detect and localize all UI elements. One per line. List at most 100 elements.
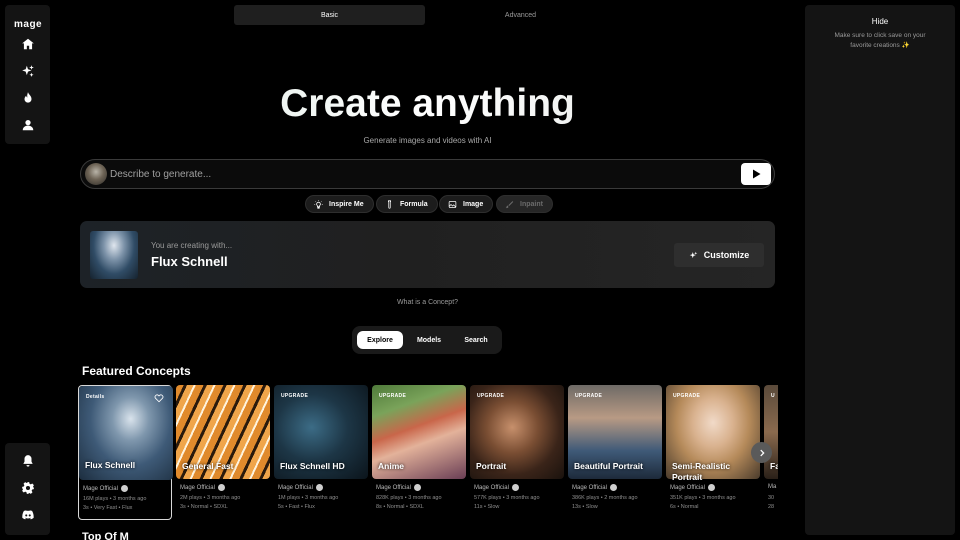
discord-icon[interactable] <box>21 508 35 522</box>
hero-title: Create anything <box>0 82 855 126</box>
play-icon <box>753 169 761 179</box>
verified-icon <box>413 484 421 491</box>
card-author-name: Mage Official <box>376 484 411 491</box>
card-title: Flux Schnell HD <box>280 461 345 471</box>
card-author: Mage Official <box>474 484 519 491</box>
gear-icon[interactable] <box>21 481 35 495</box>
chevron-right-icon <box>759 449 765 456</box>
card-author-name: Mage Official <box>278 484 313 491</box>
card-badge: UPGRADE <box>477 393 505 399</box>
card-title: Portrait <box>476 461 507 471</box>
card-badge: UPGRADE <box>379 393 407 399</box>
card-author: Mage Official <box>278 484 323 491</box>
carousel-next-button[interactable] <box>751 442 772 463</box>
card-specs: 13s • Slow <box>572 504 598 510</box>
prompt-input[interactable] <box>110 166 730 182</box>
card-title: Flux Schnell <box>85 460 136 470</box>
card-plays: 1M plays • 3 months ago <box>278 495 339 501</box>
inpaint-button[interactable]: Inpaint <box>496 195 553 213</box>
card-author: Mage Official <box>376 484 421 491</box>
card-author: Ma <box>768 484 776 490</box>
card-author: Mage Official <box>572 484 617 491</box>
heart-icon[interactable] <box>154 393 164 403</box>
tab-explore[interactable]: Explore <box>357 331 403 349</box>
card-author: Mage Official <box>180 484 225 491</box>
lightbulb-icon <box>314 199 323 209</box>
card-plays: 386K plays • 2 months ago <box>572 495 638 501</box>
generate-button[interactable] <box>741 163 771 185</box>
card-specs: 5s • Fast • Flux <box>278 504 315 510</box>
card-author-name: Mage Official <box>670 484 705 491</box>
formula-label: Formula <box>400 200 428 208</box>
concept-thumbnail <box>90 231 138 279</box>
card-specs: 8s • Normal • SDXL <box>376 504 424 510</box>
inspire-me-label: Inspire Me <box>329 200 364 208</box>
customize-label: Customize <box>703 250 750 260</box>
concept-card-anime[interactable]: UPGRADE Anime Mage Official 828K plays •… <box>372 385 466 520</box>
card-title: Semi-Realistic Portrait <box>672 461 731 482</box>
formula-button[interactable]: Formula <box>376 195 438 213</box>
image-button[interactable]: Image <box>439 195 494 213</box>
home-icon[interactable] <box>21 37 35 51</box>
card-author-name: Ma <box>768 484 777 490</box>
hero-subtitle: Generate images and videos with AI <box>363 136 492 145</box>
card-badge: UPGRADE <box>281 393 309 399</box>
sparkles-icon[interactable] <box>21 64 35 78</box>
image-label: Image <box>463 200 484 208</box>
card-plays: 16M plays • 3 months ago <box>83 496 147 502</box>
prompt-bar <box>80 159 775 189</box>
card-specs: 28 <box>768 504 775 510</box>
customize-button[interactable]: Customize <box>674 243 764 267</box>
card-title: Beautiful Portrait <box>574 461 643 471</box>
verified-icon <box>707 484 715 491</box>
concept-card-flux-schnell-hd[interactable]: UPGRADE Flux Schnell HD Mage Official 1M… <box>274 385 368 520</box>
tab-models[interactable]: Models <box>406 331 452 349</box>
concept-card-flux-schnell[interactable]: Details Flux Schnell Mage Official 16M p… <box>78 385 173 520</box>
sidebar-bottom <box>5 443 50 535</box>
card-author-name: Mage Official <box>83 485 118 492</box>
right-panel: Hide Make sure to click save on your fav… <box>805 5 955 535</box>
verified-icon <box>315 484 323 491</box>
inspire-me-button[interactable]: Inspire Me <box>305 195 374 213</box>
card-author: Mage Official <box>83 485 128 492</box>
featured-concepts-title: Featured Concepts <box>82 364 191 378</box>
tab-advanced[interactable]: Advanced <box>425 5 616 25</box>
sparkles-icon <box>689 251 697 258</box>
card-badge: U <box>771 393 775 399</box>
mode-tabs: Basic Advanced <box>234 5 616 25</box>
card-badge: UPGRADE <box>575 393 603 399</box>
card-plays: 577K plays • 3 months ago <box>474 495 540 501</box>
card-specs: 6s • Normal <box>670 504 699 510</box>
card-title: Anime <box>378 461 404 471</box>
what-is-concept-link[interactable]: What is a Concept? <box>0 299 855 306</box>
section-title-peek: Top Of M <box>82 531 129 540</box>
concept-card-beautiful-portrait[interactable]: UPGRADE Beautiful Portrait Mage Official… <box>568 385 662 520</box>
bell-icon[interactable] <box>21 454 35 468</box>
concept-name: Flux Schnell <box>151 254 228 269</box>
mage-logo[interactable]: mage <box>14 19 42 30</box>
card-author-name: Mage Official <box>180 484 215 491</box>
concept-avatar[interactable] <box>85 163 107 185</box>
card-specs: 3s • Normal • SDXL <box>180 504 228 510</box>
verified-icon <box>609 484 617 491</box>
flask-icon <box>388 199 391 209</box>
concept-card-semi-realistic-portrait[interactable]: UPGRADE Semi-Realistic Portrait Mage Off… <box>666 385 760 520</box>
tab-search[interactable]: Search <box>453 331 499 349</box>
card-specs: 11s • Slow <box>474 504 500 510</box>
brush-icon <box>505 200 514 208</box>
panel-note: Make sure to click save on your favorite… <box>834 32 926 49</box>
image-icon <box>448 200 457 208</box>
concept-label: You are creating with... <box>151 241 233 250</box>
card-plays: 2M plays • 3 months ago <box>180 495 241 501</box>
card-author-name: Mage Official <box>572 484 607 491</box>
tab-basic[interactable]: Basic <box>234 5 425 25</box>
card-author-name: Mage Official <box>474 484 509 491</box>
card-badge: UPGRADE <box>673 393 701 399</box>
hide-panel-button[interactable]: Hide <box>805 17 955 26</box>
card-badge: Details <box>86 394 105 400</box>
concept-card-portrait[interactable]: UPGRADE Portrait Mage Official 577K play… <box>470 385 564 520</box>
concept-card-general-fast[interactable]: General Fast Mage Official 2M plays • 3 … <box>176 385 270 520</box>
card-plays: 351K plays • 3 months ago <box>670 495 736 501</box>
inpaint-label: Inpaint <box>520 200 543 208</box>
card-plays: 828K plays • 3 months ago <box>376 495 442 501</box>
